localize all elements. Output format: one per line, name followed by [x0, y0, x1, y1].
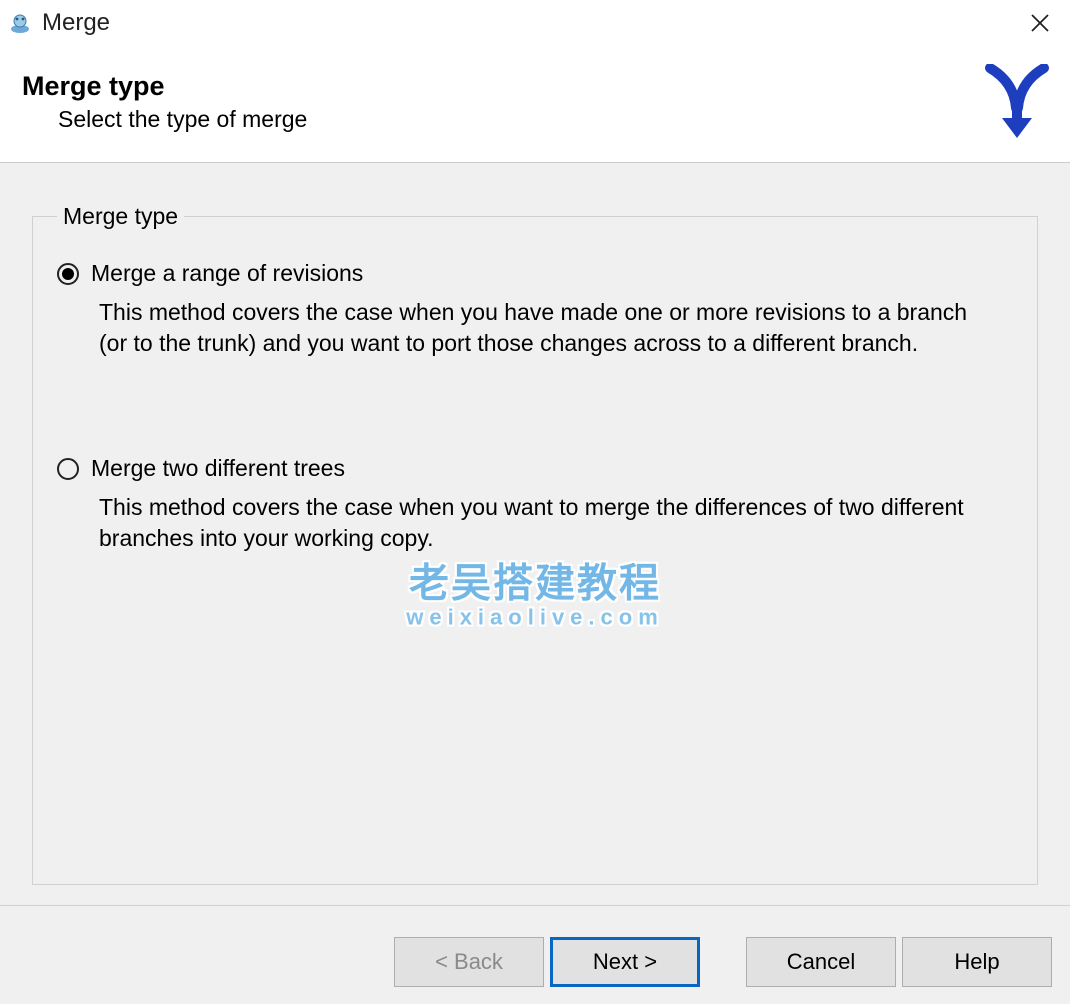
wizard-footer: < Back Next > Cancel Help — [0, 905, 1070, 1004]
option-merge-range: Merge a range of revisions This method c… — [57, 260, 1013, 359]
option-label: Merge a range of revisions — [91, 260, 363, 287]
back-button[interactable]: < Back — [394, 937, 544, 987]
wizard-header: Merge type Select the type of merge — [0, 46, 1070, 163]
radio-merge-trees[interactable]: Merge two different trees — [57, 455, 1013, 482]
option-label: Merge two different trees — [91, 455, 345, 482]
window-title: Merge — [42, 9, 110, 37]
page-title: Merge type — [22, 71, 307, 102]
watermark-line2: weixiaolive.com — [406, 605, 664, 631]
page-subtitle: Select the type of merge — [58, 106, 307, 133]
watermark-line1: 老吴搭建教程 — [406, 551, 664, 609]
title-bar: Merge — [0, 0, 1070, 46]
option-description: This method covers the case when you wan… — [99, 492, 979, 554]
merge-type-group: Merge type 老吴搭建教程 weixiaolive.com Merge … — [32, 203, 1038, 885]
merge-branch-icon — [984, 64, 1050, 140]
option-merge-trees: Merge two different trees This method co… — [57, 455, 1013, 554]
app-icon — [8, 11, 32, 35]
option-description: This method covers the case when you hav… — [99, 297, 979, 359]
content-area: Merge type 老吴搭建教程 weixiaolive.com Merge … — [0, 163, 1070, 905]
next-button[interactable]: Next > — [550, 937, 700, 987]
group-legend: Merge type — [57, 203, 184, 230]
radio-icon — [57, 263, 79, 285]
help-button[interactable]: Help — [902, 937, 1052, 987]
close-icon — [1030, 13, 1050, 33]
close-button[interactable] — [1020, 3, 1060, 43]
radio-icon — [57, 458, 79, 480]
radio-merge-range[interactable]: Merge a range of revisions — [57, 260, 1013, 287]
cancel-button[interactable]: Cancel — [746, 937, 896, 987]
watermark: 老吴搭建教程 weixiaolive.com — [406, 551, 664, 631]
